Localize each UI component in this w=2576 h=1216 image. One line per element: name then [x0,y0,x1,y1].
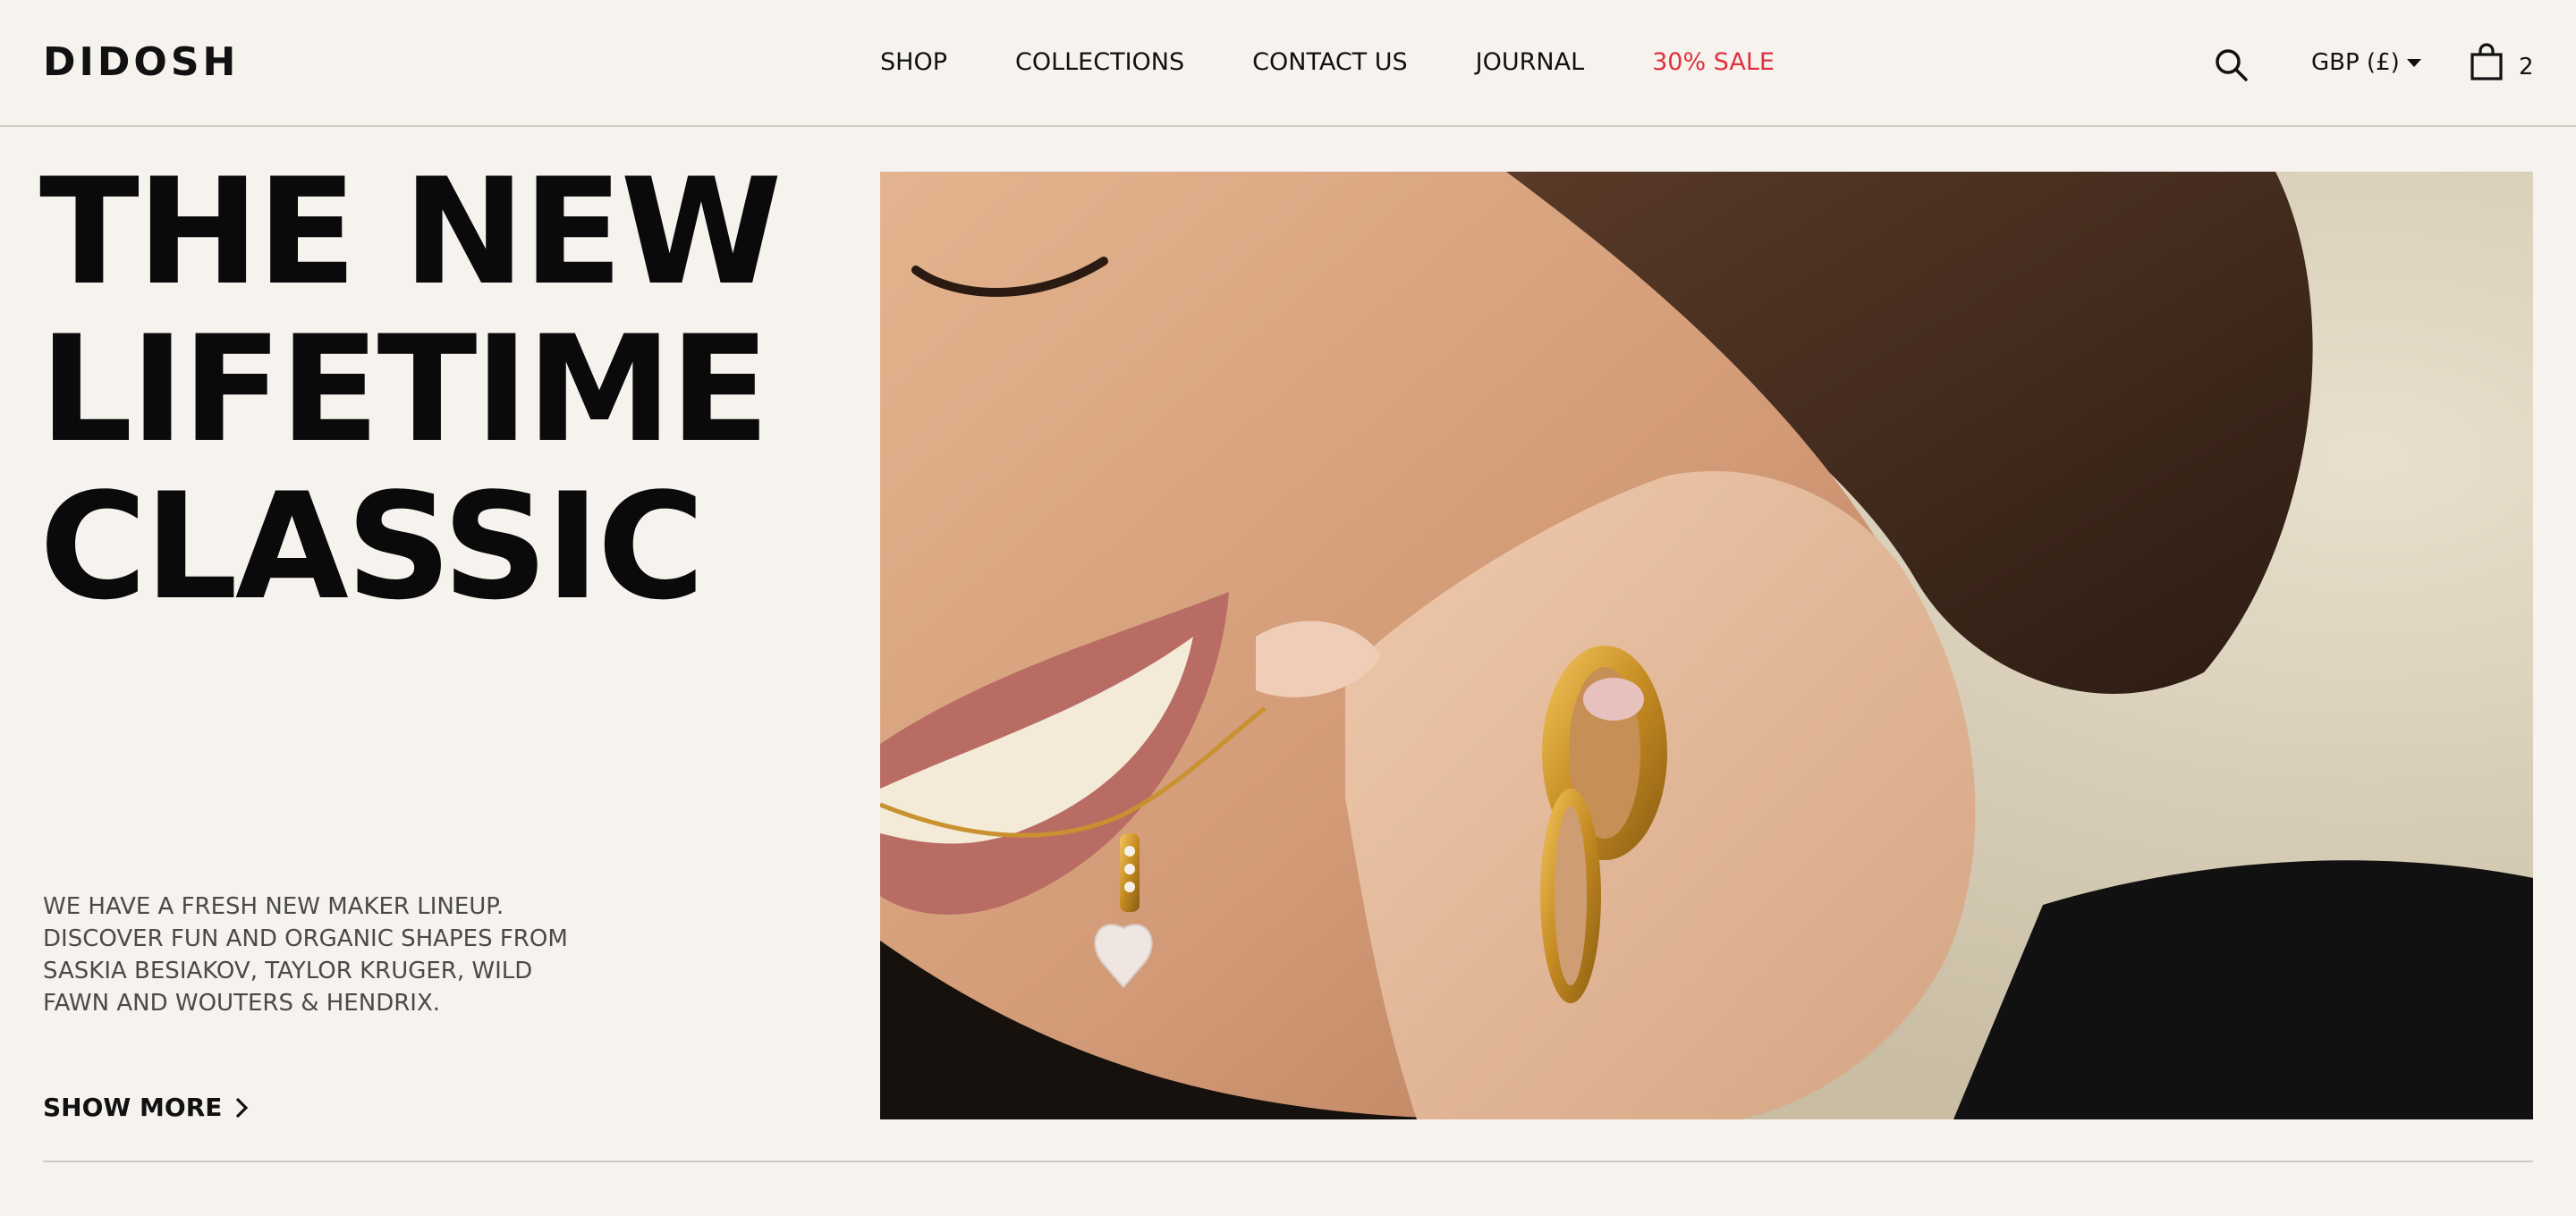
show-more-label: SHOW MORE [43,1093,223,1122]
currency-label: GBP (£) [2311,49,2400,76]
hero-title-line: THE NEW [39,147,782,317]
caret-down-icon [2406,58,2421,67]
nav-collections[interactable]: COLLECTIONS [1015,48,1184,76]
site-header: DIDOSH SHOP COLLECTIONS CONTACT US JOURN… [0,0,2576,127]
hero-image [880,172,2533,1119]
cart-count-badge: 2 [2519,53,2534,80]
shopping-bag-icon [2470,43,2503,85]
hero-title: THE NEW LIFETIME CLASSIC [39,147,782,632]
nav-sale[interactable]: 30% SALE [1652,48,1775,76]
hero-description: WE HAVE A FRESH NEW MAKER LINEUP. DISCOV… [43,893,568,1017]
show-more-button[interactable]: SHOW MORE [43,1093,249,1122]
search-icon[interactable] [2213,46,2249,82]
nav-journal[interactable]: JOURNAL [1476,48,1584,76]
cart-button[interactable]: 2 [2470,43,2534,85]
currency-selector[interactable]: GBP (£) [2311,49,2421,76]
main-nav: SHOP COLLECTIONS CONTACT US JOURNAL 30% … [880,48,1775,76]
section-divider [43,1161,2533,1162]
chevron-right-icon [236,1097,249,1118]
nav-shop[interactable]: SHOP [880,48,947,76]
hero-title-line: LIFETIME [39,304,770,475]
nav-contact-us[interactable]: CONTACT US [1252,48,1408,76]
hero-title-line: CLASSIC [39,461,705,632]
brand-logo[interactable]: DIDOSH [43,39,239,85]
